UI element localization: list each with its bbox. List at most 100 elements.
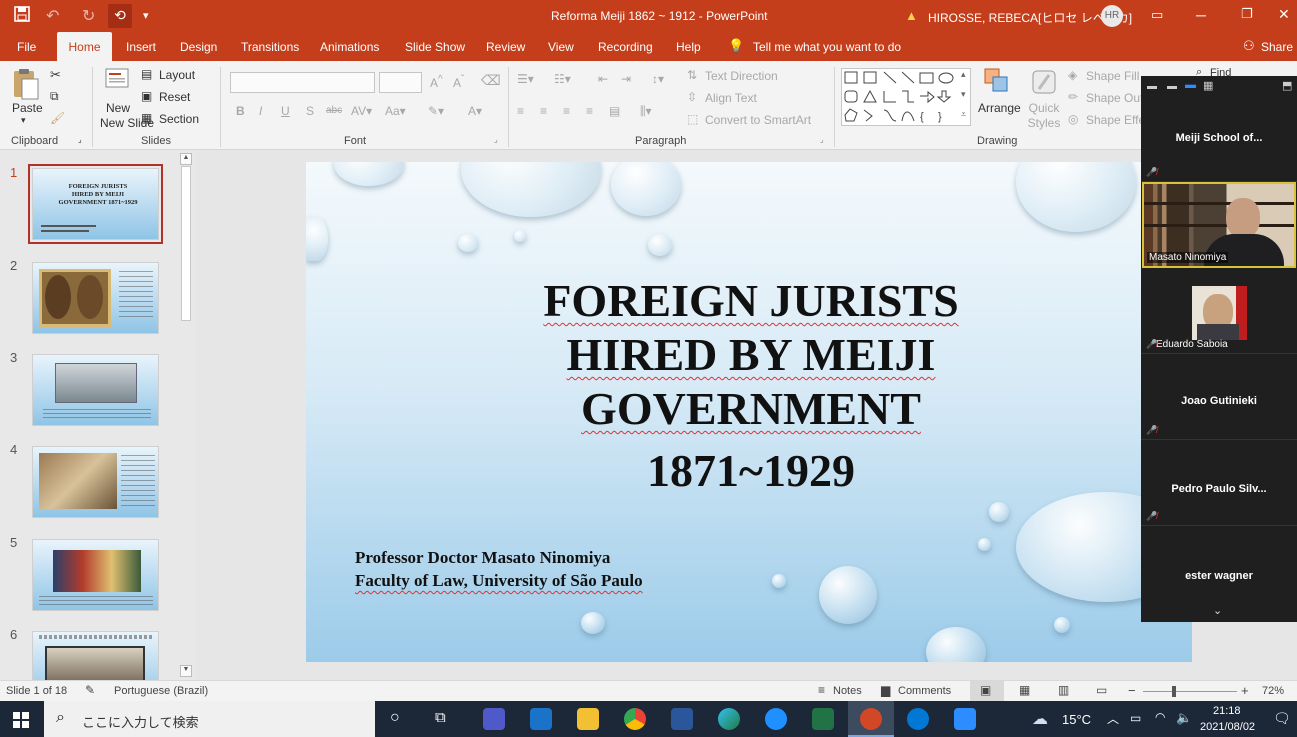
align-text-button[interactable]: Align Text xyxy=(705,91,757,105)
participant-tile[interactable]: Joao Gutinieki 🎤̸ xyxy=(1141,354,1297,440)
layout-button[interactable]: Layout xyxy=(159,68,195,82)
align-text-icon[interactable]: ⇳ xyxy=(687,90,697,104)
clock-date[interactable]: 2021/08/02 xyxy=(1200,721,1255,733)
slide-1[interactable]: FOREIGN JURISTS HIRED BY MEIJI GOVERNMEN… xyxy=(306,162,1192,662)
redo-icon[interactable]: ↻ xyxy=(82,6,95,26)
zoom-app-icon[interactable] xyxy=(954,708,976,730)
section-button[interactable]: Section xyxy=(159,112,199,126)
character-spacing-icon[interactable]: AV▾ xyxy=(351,104,372,118)
panel-hide-icon[interactable]: ▬ xyxy=(1167,81,1177,92)
align-center-icon[interactable]: ≡ xyxy=(540,104,547,118)
avatar[interactable]: HR xyxy=(1101,5,1123,27)
zoom-slider-thumb[interactable] xyxy=(1172,686,1176,697)
font-color-icon[interactable]: A▾ xyxy=(468,104,482,118)
slideshow-view-icon[interactable]: ▭ xyxy=(1096,683,1107,697)
slide-thumbnail-4[interactable] xyxy=(32,446,159,518)
tab-home[interactable]: Home xyxy=(57,32,112,61)
task-view-icon[interactable]: ⧉ xyxy=(435,709,446,726)
shrink-font-icon[interactable]: Aˇ xyxy=(453,74,464,90)
share-button[interactable]: Share xyxy=(1261,40,1293,54)
increase-indent-icon[interactable]: ⇥ xyxy=(621,72,631,86)
highlight-icon[interactable]: ✎▾ xyxy=(428,104,444,118)
section-icon[interactable]: ▦ xyxy=(141,111,152,125)
present-from-beginning-icon[interactable]: ⟲ xyxy=(108,4,132,28)
tab-animations[interactable]: Animations xyxy=(320,40,379,54)
shape-outline-button[interactable]: Shape Out xyxy=(1086,91,1143,105)
columns-icon[interactable]: ⫼▾ xyxy=(640,104,652,119)
notifications-icon[interactable]: 🗨 xyxy=(1273,710,1291,727)
speaker-view-icon[interactable]: ▬ xyxy=(1185,79,1196,91)
participant-tile[interactable]: Pedro Paulo Silv... 🎤̸ xyxy=(1141,440,1297,526)
minimize-icon[interactable]: ─ xyxy=(1196,7,1206,23)
participant-tile[interactable]: ester wagner xyxy=(1141,526,1297,612)
excel-icon[interactable] xyxy=(812,708,834,730)
panel-exit-icon[interactable]: ⬒ xyxy=(1282,79,1292,92)
clock-time[interactable]: 21:18 xyxy=(1213,705,1241,717)
paste-icon[interactable] xyxy=(11,67,41,101)
tab-slide-show[interactable]: Slide Show xyxy=(405,40,465,54)
format-painter-icon[interactable]: 🖌 xyxy=(50,111,65,125)
reset-button[interactable]: Reset xyxy=(159,90,190,104)
paste-button[interactable]: Paste xyxy=(12,101,43,115)
participant-tile[interactable]: Meiji School of... 🎤̸ xyxy=(1141,96,1297,182)
participant-tile-active[interactable]: Masato Ninomiya xyxy=(1142,182,1296,268)
tab-view[interactable]: View xyxy=(548,40,574,54)
new-slide-icon[interactable] xyxy=(104,67,132,97)
slide-thumbnail-2[interactable] xyxy=(32,262,159,334)
gallery-view-icon[interactable]: ▦ xyxy=(1203,79,1213,92)
change-case-icon[interactable]: Aa▾ xyxy=(385,104,406,118)
align-left-icon[interactable]: ≡ xyxy=(517,104,524,118)
customize-toolbar-icon[interactable]: ▾ xyxy=(143,9,149,22)
tab-transitions[interactable]: Transitions xyxy=(241,40,299,54)
notes-button[interactable]: Notes xyxy=(833,685,862,697)
slide-thumbnail-3[interactable] xyxy=(32,354,159,426)
slide-title[interactable]: FOREIGN JURISTS HIRED BY MEIJI GOVERNMEN… xyxy=(456,274,1046,436)
edge-icon[interactable] xyxy=(718,708,740,730)
convert-smartart-button[interactable]: Convert to SmartArt xyxy=(705,113,811,127)
cut-icon[interactable]: ✂ xyxy=(50,67,61,83)
bullets-icon[interactable]: ☰▾ xyxy=(517,72,534,86)
slide-thumbnail-5[interactable] xyxy=(32,539,159,611)
smartart-icon[interactable]: ⬚ xyxy=(687,112,698,126)
cortana-icon[interactable]: ○ xyxy=(390,709,400,727)
line-spacing-icon[interactable]: ↕▾ xyxy=(652,72,664,86)
thumbnail-scrollbar[interactable]: ▲ ▼ xyxy=(180,153,192,677)
shadow-icon[interactable]: S xyxy=(306,104,314,118)
gallery-more-icon[interactable]: ⩡ xyxy=(961,109,966,120)
comments-button[interactable]: Comments xyxy=(898,685,951,697)
normal-view-icon[interactable]: ▣ xyxy=(980,683,991,697)
file-explorer-icon[interactable] xyxy=(577,708,599,730)
grow-font-icon[interactable]: A^ xyxy=(430,74,443,90)
zoom-in-icon[interactable]: + xyxy=(1241,683,1249,698)
new-slide-label[interactable]: New xyxy=(106,101,130,115)
font-family-select[interactable] xyxy=(230,72,375,93)
font-launcher-icon[interactable]: ⌟ xyxy=(494,135,498,144)
tab-file[interactable]: File xyxy=(17,40,36,54)
internet-explorer-icon[interactable] xyxy=(765,708,787,730)
paste-dropdown-icon[interactable]: ▾ xyxy=(21,115,26,126)
save-icon[interactable] xyxy=(14,6,30,27)
text-direction-icon[interactable]: ⇅ xyxy=(687,68,697,82)
undo-icon[interactable]: ↶ xyxy=(46,6,59,26)
clear-formatting-icon[interactable]: ⌫ xyxy=(481,72,501,89)
wifi-icon[interactable]: ◠ xyxy=(1155,710,1165,724)
spellcheck-icon[interactable]: ✎ xyxy=(85,683,95,697)
tab-review[interactable]: Review xyxy=(486,40,525,54)
justify-icon[interactable]: ≡ xyxy=(586,104,593,118)
reset-icon[interactable]: ▣ xyxy=(141,89,152,103)
slide-sorter-icon[interactable]: ▦ xyxy=(1019,683,1030,697)
tab-recording[interactable]: Recording xyxy=(598,40,653,54)
quick-styles-icon[interactable] xyxy=(1029,67,1059,97)
underline-icon[interactable]: U xyxy=(281,104,290,118)
arrange-icon[interactable] xyxy=(983,67,1011,97)
gallery-scroll-up-icon[interactable]: ▴ xyxy=(961,69,966,80)
tab-help[interactable]: Help xyxy=(676,40,701,54)
word-icon[interactable] xyxy=(671,708,693,730)
close-icon[interactable]: ✕ xyxy=(1278,6,1290,23)
paragraph-launcher-icon[interactable]: ⌟ xyxy=(820,135,824,144)
zoom-level[interactable]: 72% xyxy=(1262,685,1284,697)
warning-icon[interactable]: ▲ xyxy=(905,8,918,23)
shape-fill-icon[interactable]: ◈ xyxy=(1068,68,1077,82)
arrange-button[interactable]: Arrange xyxy=(978,101,1021,115)
decrease-indent-icon[interactable]: ⇤ xyxy=(598,72,608,86)
